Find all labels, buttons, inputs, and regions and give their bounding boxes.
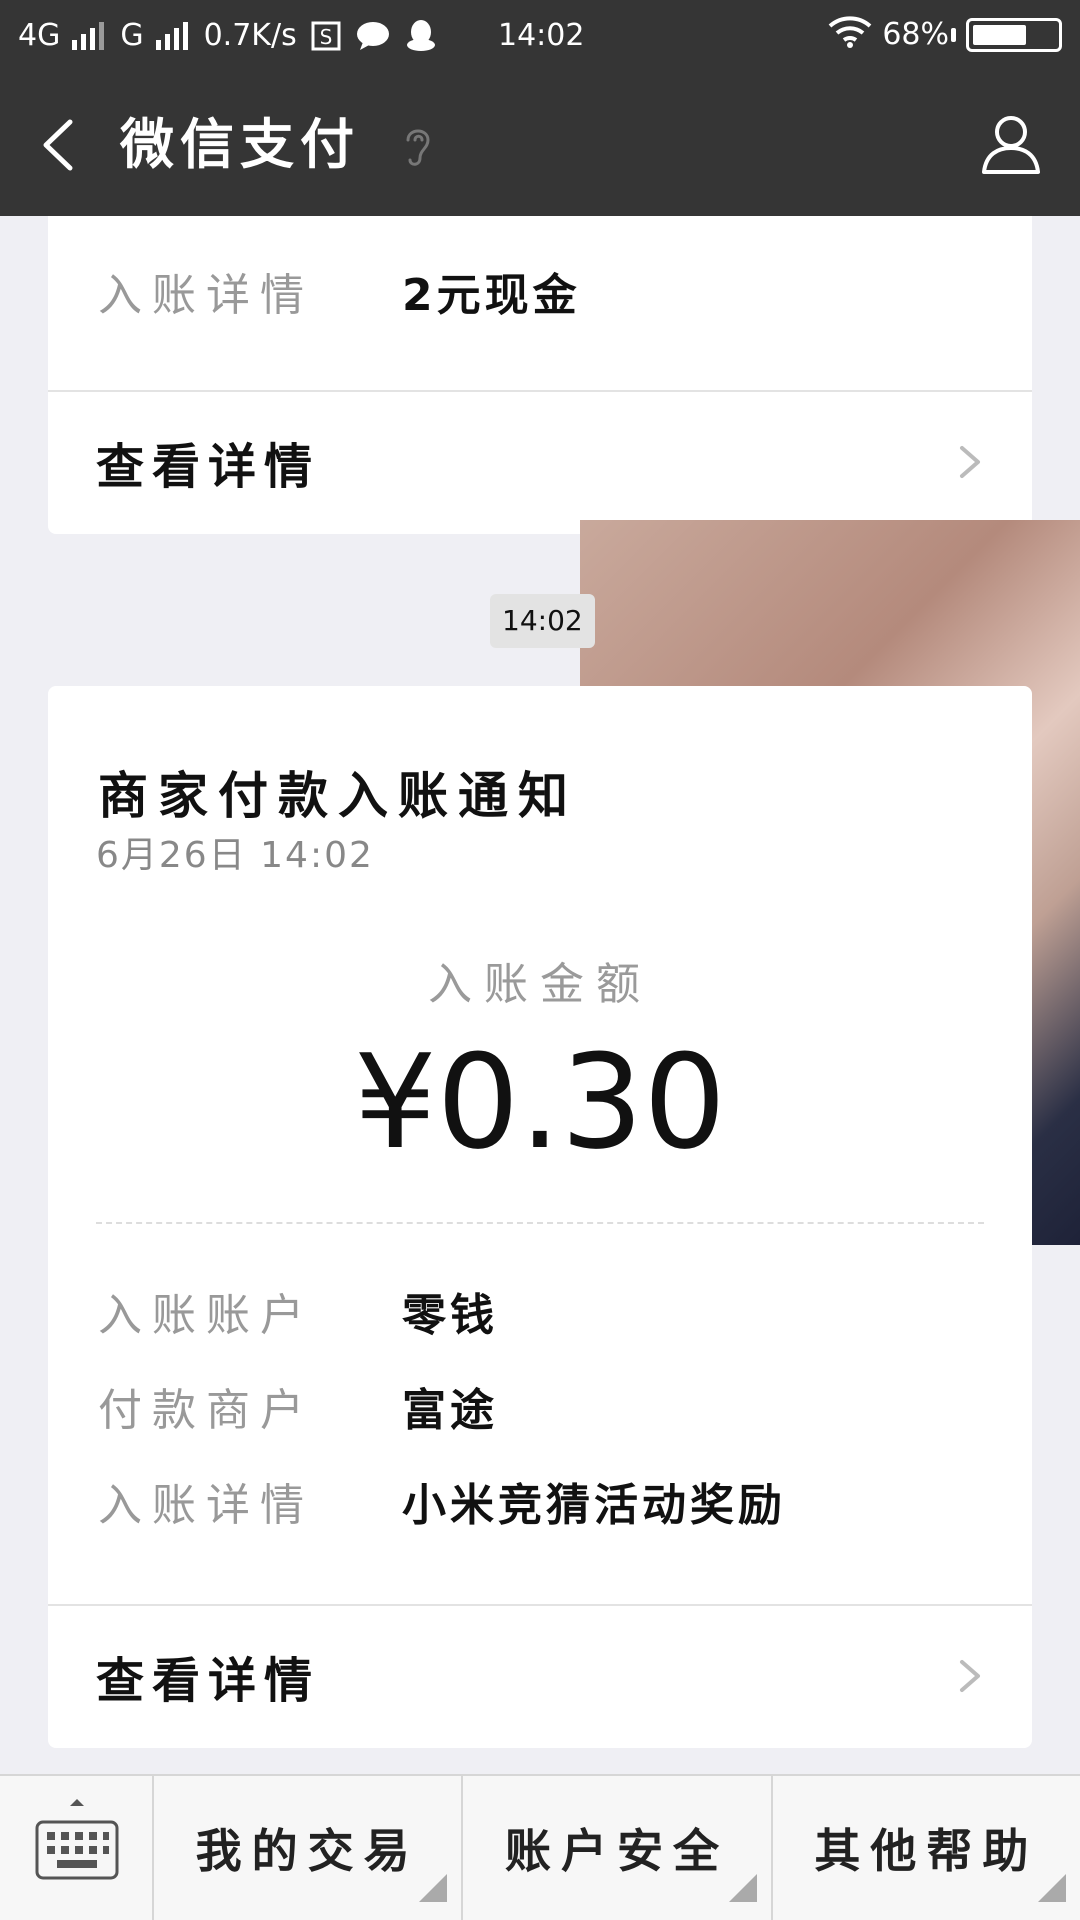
view-details-link[interactable]: 查看详情: [48, 1606, 1032, 1746]
network-type-label: 4G: [18, 18, 61, 53]
submenu-indicator-icon: [1037, 1874, 1066, 1902]
svg-text:S: S: [319, 25, 332, 49]
profile-button[interactable]: [978, 112, 1044, 178]
menu-label: 其他帮助: [814, 1824, 1039, 1878]
battery-icon: [966, 18, 1062, 52]
notification-date: 6月26日 14:02: [96, 835, 374, 876]
status-bar: 4G G 0.7K/s S 14:02 68%: [0, 0, 1080, 72]
message-icon: [355, 20, 391, 52]
s-app-icon: S: [311, 21, 341, 51]
row-value: 零钱: [402, 1290, 498, 1341]
detail-row: 入账详情 小米竞猜活动奖励: [98, 1476, 786, 1536]
payment-notification-card[interactable]: 商家付款入账通知 6月26日 14:02 入账金额 ¥0.30 入账账户 零钱 …: [48, 686, 1032, 1748]
amount-value: ¥0.30: [353, 1026, 727, 1178]
detail-row: 入账账户 零钱: [98, 1286, 498, 1346]
bottom-menu-bar: 我的交易 账户安全 其他帮助: [0, 1774, 1080, 1920]
notification-title: 商家付款入账通知: [98, 767, 578, 825]
battery-level: [973, 25, 1027, 45]
view-details-label: 查看详情: [96, 1653, 321, 1709]
row-value: 富途: [402, 1385, 498, 1436]
battery-cap-icon: [951, 28, 956, 42]
network-speed: 0.7K/s: [203, 18, 297, 53]
network-type-label-2: G: [120, 18, 144, 53]
status-time: 14:02: [498, 18, 585, 53]
status-left: 4G G 0.7K/s S: [18, 17, 437, 55]
submenu-indicator-icon: [728, 1874, 757, 1902]
view-details-label: 查看详情: [96, 439, 321, 495]
detail-row: 入账详情 2元现金: [98, 266, 581, 326]
amount-label: 入账金额: [428, 959, 652, 1010]
battery-percent: 68%: [882, 17, 949, 52]
submenu-indicator-icon: [419, 1874, 448, 1902]
wifi-icon: [828, 14, 872, 56]
menu-label: 账户安全: [504, 1824, 729, 1878]
user-icon: [982, 116, 1040, 174]
menu-other-help[interactable]: 其他帮助: [773, 1776, 1080, 1920]
keyboard-toggle-button[interactable]: [0, 1776, 154, 1920]
page-title: 微信支付: [120, 113, 360, 176]
back-button[interactable]: [30, 112, 90, 178]
row-label: 入账详情: [98, 270, 314, 321]
status-right: 68%: [828, 14, 1062, 56]
chevron-right-icon: [960, 1660, 980, 1692]
row-label: 入账详情: [98, 1480, 314, 1531]
menu-my-transactions[interactable]: 我的交易: [154, 1776, 464, 1920]
message-timestamp: 14:02: [490, 594, 595, 648]
chevron-right-icon: [960, 446, 980, 478]
row-value: 小米竞猜活动奖励: [402, 1480, 786, 1531]
detail-row: 付款商户 富途: [98, 1381, 498, 1441]
row-label: 入账账户: [98, 1290, 314, 1341]
row-label: 付款商户: [98, 1385, 314, 1436]
menu-account-security[interactable]: 账户安全: [463, 1776, 773, 1920]
row-value: 2元现金: [402, 270, 581, 321]
qq-icon: [405, 19, 437, 53]
nav-bar: 微信支付: [0, 72, 1080, 216]
back-arrow-icon: [43, 119, 73, 171]
earpiece-mode-icon: [400, 122, 436, 176]
signal-icon: [72, 22, 105, 50]
keyboard-icon: [35, 1799, 119, 1880]
menu-label: 我的交易: [195, 1824, 420, 1878]
previous-notification-card: 入账详情 2元现金 查看详情: [48, 216, 1032, 534]
dashed-divider: [96, 1222, 984, 1224]
view-details-link[interactable]: 查看详情: [48, 392, 1032, 532]
signal-icon-2: [155, 22, 188, 50]
